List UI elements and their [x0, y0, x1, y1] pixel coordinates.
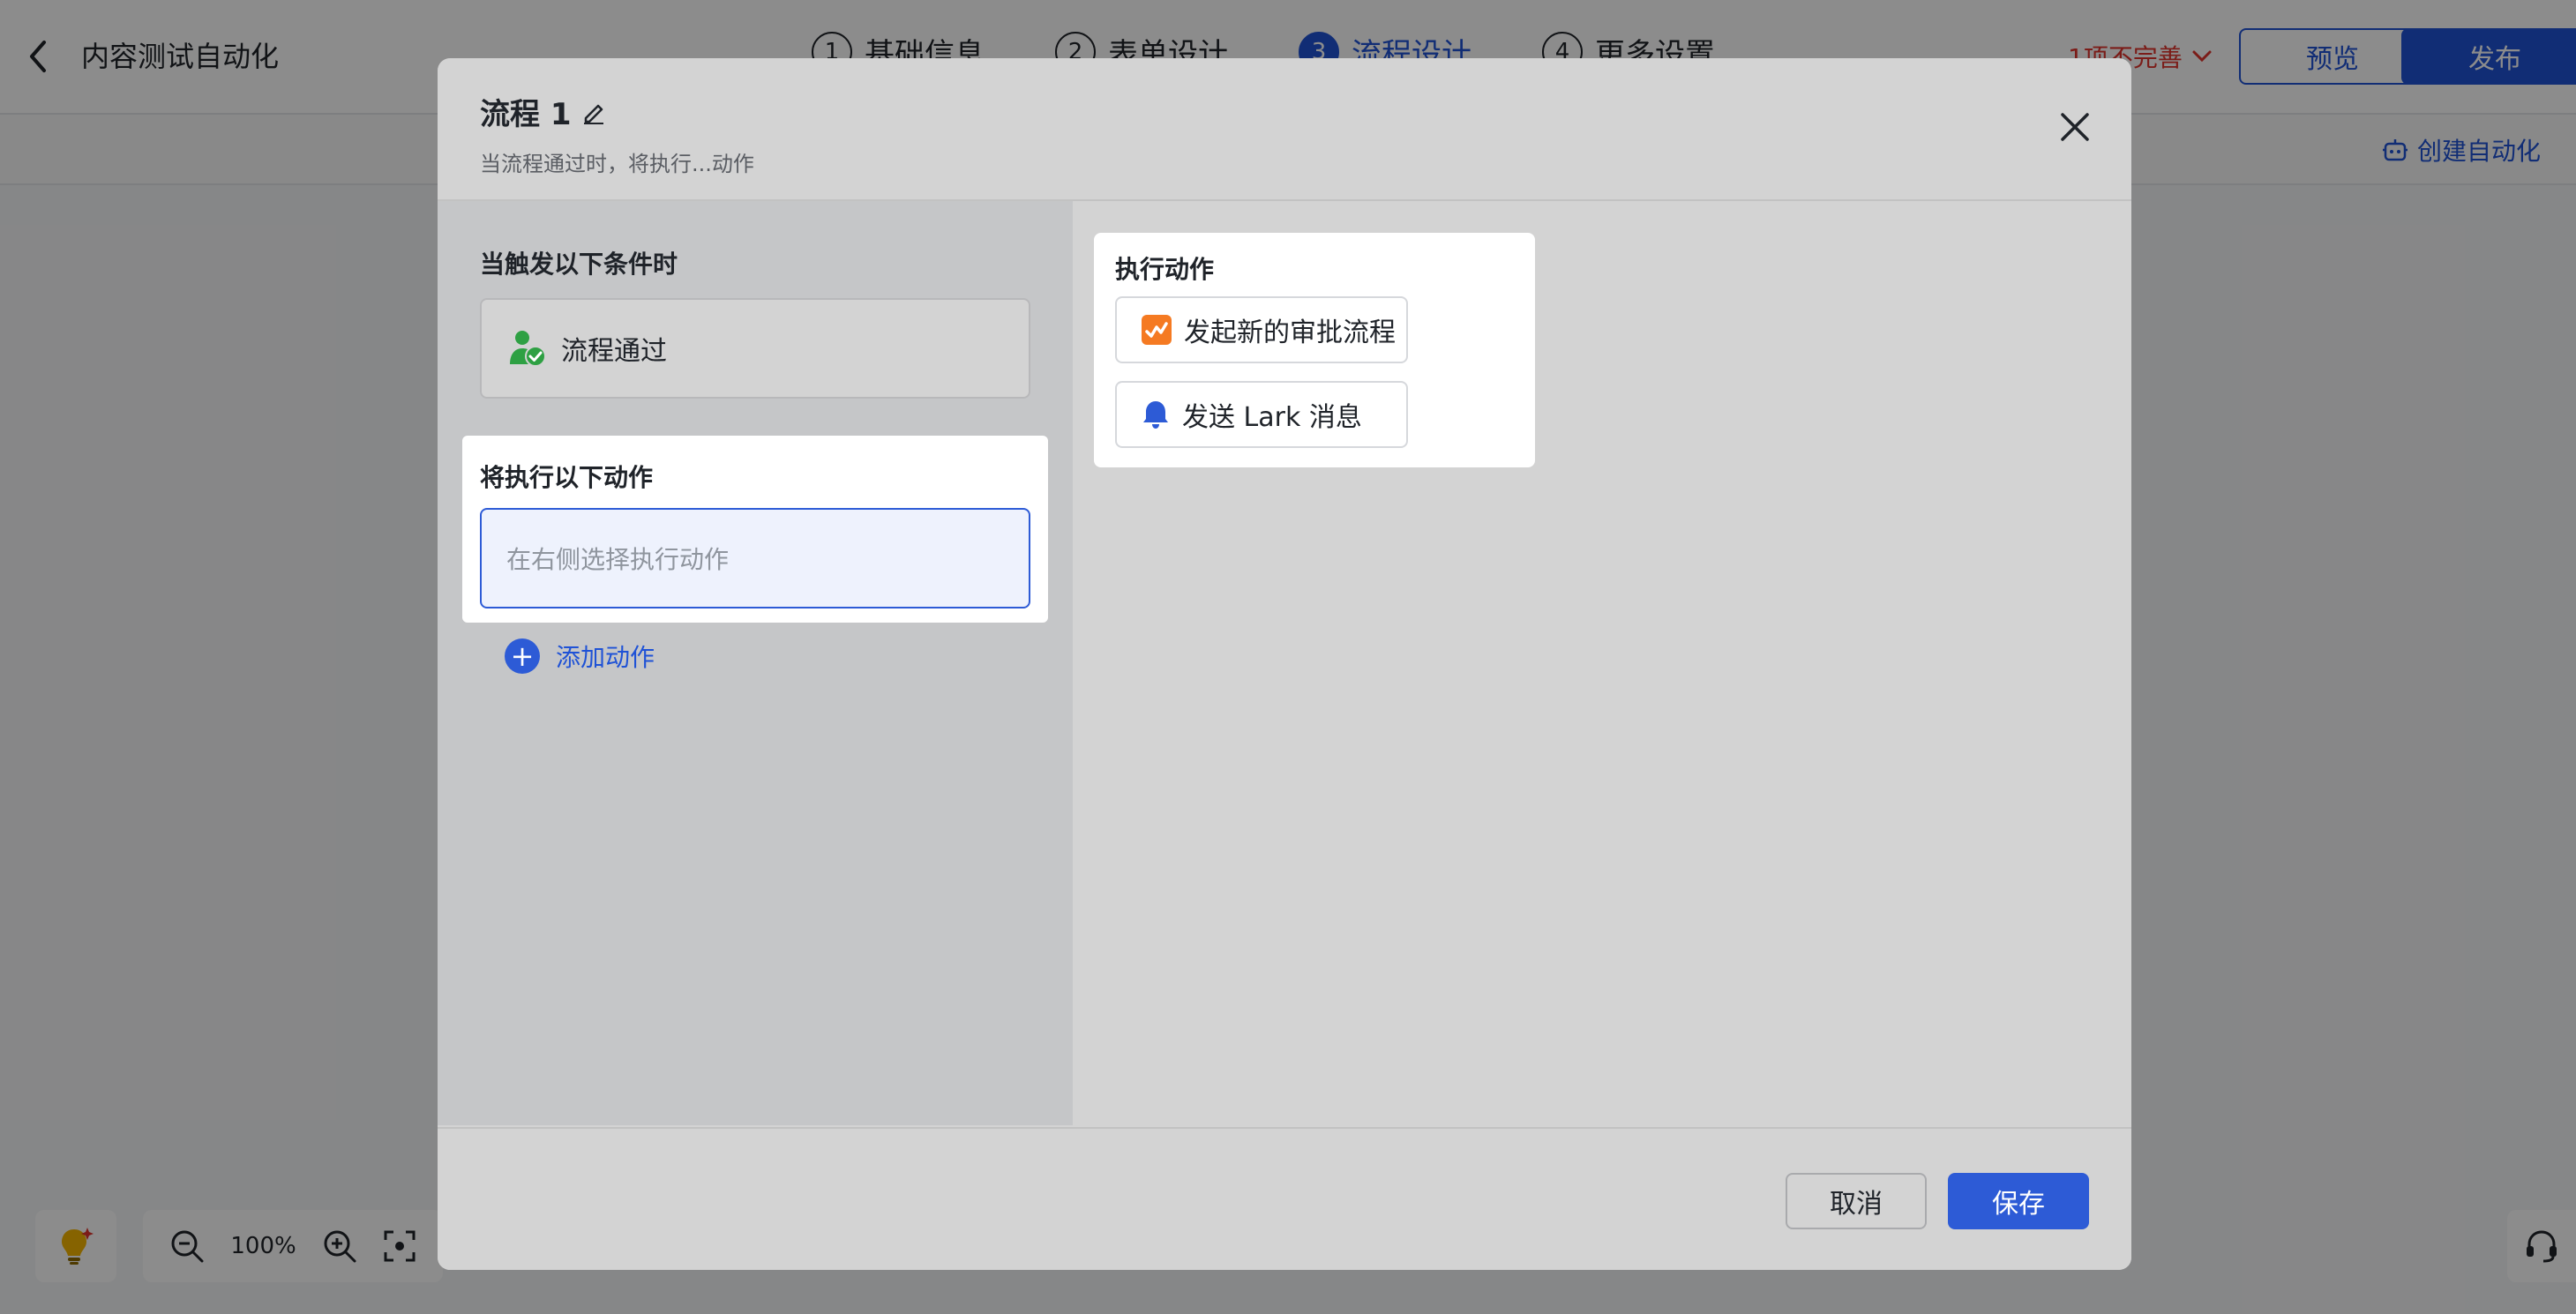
add-action-button[interactable]: + 添加动作 — [505, 638, 655, 674]
execute-action-title: 执行动作 — [1115, 255, 1215, 284]
dialog-header: 流程 1 当流程通过时，将执行...动作 — [438, 58, 2131, 201]
user-check-icon — [508, 329, 547, 368]
action-placeholder-slot[interactable]: 在右侧选择执行动作 — [480, 508, 1030, 608]
add-action-label: 添加动作 — [556, 643, 655, 672]
action-section: 将执行以下动作 在右侧选择执行动作 — [462, 436, 1048, 623]
cancel-button[interactable]: 取消 — [1786, 1173, 1927, 1229]
dialog-title: 流程 1 — [480, 97, 572, 132]
save-button[interactable]: 保存 — [1948, 1173, 2089, 1229]
dialog-footer: 取消 保存 — [438, 1127, 2131, 1270]
close-icon[interactable] — [2057, 109, 2093, 145]
action-section-title: 将执行以下动作 — [480, 463, 654, 492]
plus-circle-icon: + — [505, 638, 540, 674]
dialog-title-row: 流程 1 — [480, 90, 607, 133]
trigger-section-title: 当触发以下条件时 — [480, 250, 678, 279]
execute-action-panel: 执行动作 发起新的审批流程 发送 Lark 消息 — [1094, 233, 1535, 467]
trigger-card[interactable]: 流程通过 — [480, 298, 1030, 399]
option-label: 发起新的审批流程 — [1184, 317, 1396, 348]
approval-flow-icon — [1142, 315, 1172, 345]
edit-pencil-icon[interactable] — [580, 99, 607, 125]
option-label: 发送 Lark 消息 — [1182, 402, 1362, 433]
bell-icon — [1142, 399, 1170, 429]
automation-flow-dialog: 流程 1 当流程通过时，将执行...动作 当触发以下条件时 流程通过 将执行以下… — [438, 58, 2131, 1270]
send-lark-message-option[interactable]: 发送 Lark 消息 — [1115, 381, 1408, 448]
trigger-label: 流程通过 — [561, 336, 667, 367]
dialog-subtitle: 当流程通过时，将执行...动作 — [480, 152, 754, 176]
start-approval-flow-option[interactable]: 发起新的审批流程 — [1115, 296, 1408, 363]
